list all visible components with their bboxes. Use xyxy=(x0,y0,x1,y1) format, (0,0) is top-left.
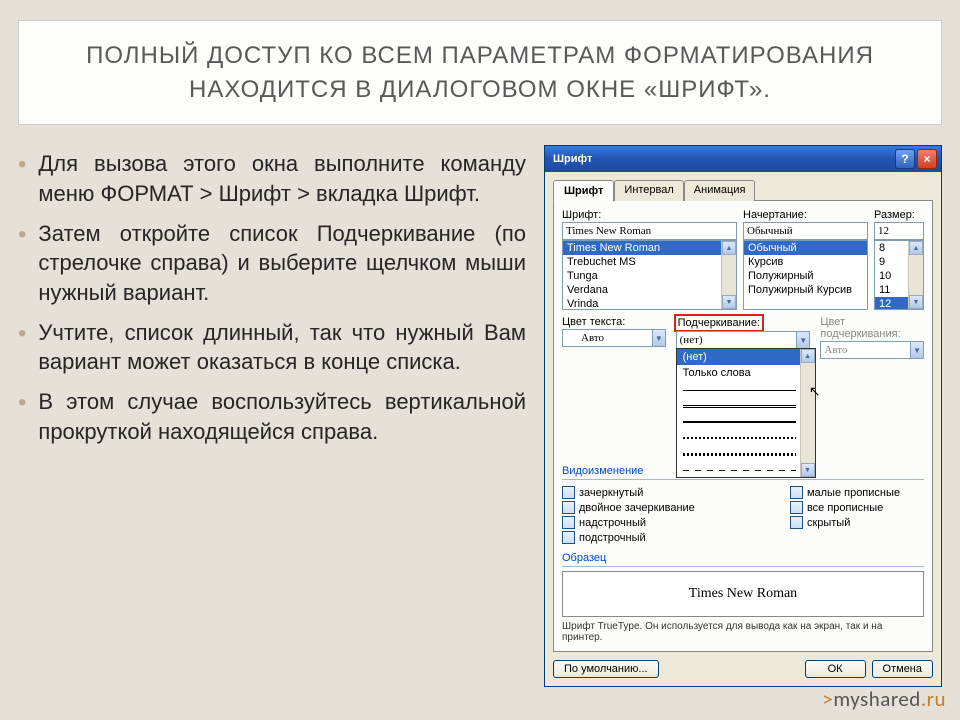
dd-item[interactable]: Только слова xyxy=(677,365,815,381)
watermark: >myshared.ru xyxy=(822,686,946,712)
size-list[interactable]: 8 9 10 11 12 ▲ ▼ xyxy=(874,240,924,310)
text-color-combo[interactable]: ▼ xyxy=(562,329,666,347)
dd-item-line[interactable] xyxy=(677,429,815,445)
chevron-down-icon[interactable]: ▼ xyxy=(796,331,810,349)
dd-item-line[interactable] xyxy=(677,461,815,477)
size-input[interactable] xyxy=(874,222,924,240)
bullet-item: Для вызова этого окна выполните команду … xyxy=(18,149,526,208)
check-superscript[interactable]: надстрочный xyxy=(562,516,696,529)
style-list[interactable]: Обычный Курсив Полужирный Полужирный Кур… xyxy=(743,240,868,310)
dialog-title: Шрифт xyxy=(553,153,592,165)
list-item[interactable]: Обычный xyxy=(744,241,867,255)
underline-label: Подчеркивание: xyxy=(676,316,762,330)
font-list[interactable]: Times New Roman Trebuchet MS Tunga Verda… xyxy=(562,240,737,310)
slide-title: ПОЛНЫЙ ДОСТУП КО ВСЕМ ПАРАМЕТРАМ ФОРМАТИ… xyxy=(18,20,942,125)
check-subscript[interactable]: подстрочный xyxy=(562,531,696,544)
dd-item-line[interactable] xyxy=(677,413,815,429)
check-hidden[interactable]: скрытый xyxy=(790,516,924,529)
ok-button[interactable]: ОК xyxy=(805,660,866,678)
bullet-item: Учтите, список длинный, так что нужный В… xyxy=(18,318,526,377)
font-label: Шрифт: xyxy=(562,209,737,221)
effects-group: зачеркнутый двойное зачеркивание надстро… xyxy=(562,484,924,546)
cursor-icon: ↖ xyxy=(809,383,821,400)
bullet-item: Затем откройте список Подчеркивание (по … xyxy=(18,219,526,308)
font-dialog-screenshot: Шрифт ? × Шрифт Интервал Анимация Шриф xyxy=(544,145,942,687)
underline-combo[interactable]: ▼ xyxy=(676,331,811,349)
tab-animation[interactable]: Анимация xyxy=(684,180,756,201)
scrollbar[interactable]: ▲ ▼ xyxy=(800,349,815,477)
help-button[interactable]: ? xyxy=(895,149,915,169)
scroll-up-icon[interactable]: ▲ xyxy=(722,241,736,255)
chevron-down-icon[interactable]: ▼ xyxy=(652,329,666,347)
tab-strip: Шрифт Интервал Анимация xyxy=(553,180,933,201)
underline-dropdown[interactable]: (нет) Только слова ▲ xyxy=(676,348,816,478)
sample-group-label: Образец xyxy=(562,552,924,564)
scroll-down-icon[interactable]: ▼ xyxy=(722,295,736,309)
text-color-label: Цвет текста: xyxy=(562,316,666,328)
default-button[interactable]: По умолчанию... xyxy=(553,660,659,678)
scroll-up-icon[interactable]: ▲ xyxy=(801,349,815,363)
dd-item-line[interactable] xyxy=(677,397,815,413)
size-label: Размер: xyxy=(874,209,924,221)
underline-color-label: Цвет подчеркивания: xyxy=(820,316,924,340)
check-double-strike[interactable]: двойное зачеркивание xyxy=(562,501,696,514)
close-button[interactable]: × xyxy=(917,149,937,169)
list-item[interactable]: Vrinda xyxy=(563,297,736,310)
scrollbar[interactable]: ▲ ▼ xyxy=(908,241,923,309)
scroll-down-icon[interactable]: ▼ xyxy=(801,463,815,477)
bullet-item: В этом случае воспользуйтесь вертикально… xyxy=(18,387,526,446)
dd-item-line[interactable] xyxy=(677,381,815,397)
bullet-list: Для вызова этого окна выполните команду … xyxy=(18,145,526,687)
list-item[interactable]: Times New Roman xyxy=(563,241,736,255)
font-input[interactable] xyxy=(562,222,737,240)
sample-preview: Times New Roman xyxy=(562,571,924,617)
list-item[interactable]: Курсив xyxy=(744,255,867,269)
dialog-titlebar[interactable]: Шрифт ? × xyxy=(545,146,941,172)
tab-font[interactable]: Шрифт xyxy=(553,180,614,202)
cancel-button[interactable]: Отмена xyxy=(872,660,933,678)
list-item[interactable]: Tunga xyxy=(563,269,736,283)
underline-color-combo: ▼ xyxy=(820,341,924,359)
divider xyxy=(562,566,924,567)
style-label: Начертание: xyxy=(743,209,868,221)
scroll-up-icon[interactable]: ▲ xyxy=(909,241,923,255)
list-item[interactable]: Verdana xyxy=(563,283,736,297)
check-strikethrough[interactable]: зачеркнутый xyxy=(562,486,696,499)
truetype-hint: Шрифт TrueType. Он используется для выво… xyxy=(562,621,924,643)
dd-item[interactable]: (нет) xyxy=(677,349,815,365)
list-item[interactable]: Trebuchet MS xyxy=(563,255,736,269)
check-allcaps[interactable]: все прописные xyxy=(790,501,924,514)
slide-title-text: ПОЛНЫЙ ДОСТУП КО ВСЕМ ПАРАМЕТРАМ ФОРМАТИ… xyxy=(49,39,911,106)
check-smallcaps[interactable]: малые прописные xyxy=(790,486,924,499)
style-input[interactable] xyxy=(743,222,868,240)
list-item[interactable]: Полужирный xyxy=(744,269,867,283)
tab-interval[interactable]: Интервал xyxy=(614,180,683,201)
divider xyxy=(562,479,924,480)
scrollbar[interactable]: ▲ ▼ xyxy=(721,241,736,309)
dd-item-line[interactable] xyxy=(677,445,815,461)
list-item[interactable]: Полужирный Курсив xyxy=(744,283,867,297)
chevron-down-icon: ▼ xyxy=(910,341,924,359)
scroll-down-icon[interactable]: ▼ xyxy=(909,295,923,309)
